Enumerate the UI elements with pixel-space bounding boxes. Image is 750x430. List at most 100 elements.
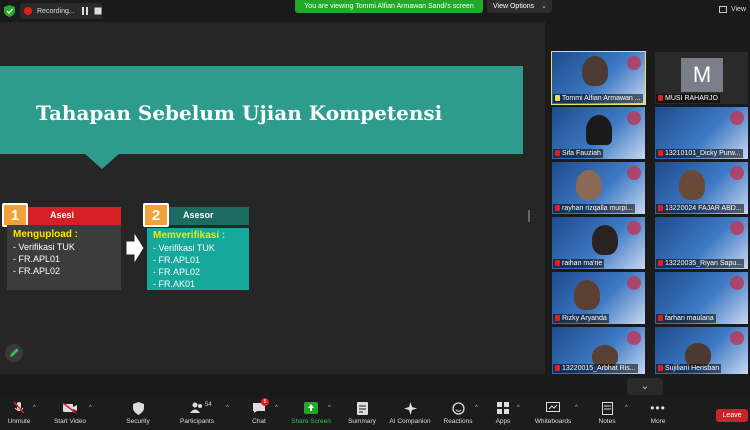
participant-tile[interactable]: Sujiliani Herisban [655,327,748,374]
annotate-pen-button[interactable] [5,344,23,362]
zoom-meeting-window: Recording... You are viewing Tommi Alfia… [0,0,750,430]
participant-name-text: Rizky Aryanda [562,315,607,322]
participant-name: 13220035_Riyan Sapu... [656,259,745,268]
participant-tile[interactable]: 13220015_Arbhat Ris... [552,327,645,374]
participants-count: 54 [205,402,212,408]
card-asesi-title: Asesi [50,210,75,220]
slide-title: Tahapan Sebelum Ujian Kompetensi [36,101,443,125]
notes-icon [601,401,613,415]
grid-view-icon [718,6,727,13]
security-button[interactable]: Security [108,401,168,425]
gallery-next-page-button[interactable]: ⌄ [627,378,663,395]
participant-name: 13220024 FAJAR ABD... [656,204,744,213]
chat-button[interactable]: 5 Chat [229,398,289,425]
apps-options-caret[interactable]: ^ [517,405,520,411]
participant-name: 13220015_Arbhat Ris... [553,364,638,373]
participant-video [679,170,705,200]
participant-name-text: Sujiliani Herisban [665,365,720,372]
apps-icon [497,402,509,414]
meeting-toolbar: Unmute ^ Start Video ^ Security 54 Parti… [0,398,750,430]
video-off-icon [62,402,77,414]
card-asesi-body: Mengupload : - Verifikasi TUK - FR.APL01… [7,225,121,290]
shield-icon [132,401,144,415]
participant-tile[interactable]: M MUSI RAHARJO [655,52,748,104]
people-icon [190,402,202,413]
split-divider-handle[interactable] [528,210,530,222]
unmute-label: Unmute [7,418,31,425]
shared-screen: Tahapan Sebelum Ujian Kompetensi Asesi 1… [0,0,545,374]
participants-button[interactable]: 54 Participants [167,401,227,425]
notes-label: Notes [598,418,616,425]
chat-options-caret[interactable]: ^ [275,405,278,411]
list-item: - Verifikasi TUK [153,243,215,253]
muted-mic-icon [658,95,663,101]
card-asesor-title: Asesor [183,210,214,220]
participant-video [576,170,602,200]
muted-mic-icon [555,365,560,371]
participant-name-text: MUSI RAHARJO [665,95,718,102]
participant-video [582,56,608,86]
card-asesor-list: - Verifikasi TUK - FR.APL01 - FR.APL02 -… [153,242,243,290]
muted-mic-icon [658,260,663,266]
participant-name: raihan ma'rie [553,259,605,268]
more-button[interactable]: ••• More [628,401,688,425]
right-arrow-icon [125,230,145,266]
participant-tile[interactable]: raihan ma'rie [552,217,645,269]
participant-name-text: Tommi Alfian Armawan ... [562,95,641,102]
list-item: - Verifikasi TUK [13,242,75,252]
whiteboards-button[interactable]: Whiteboards [523,401,583,425]
participant-video [592,225,618,255]
whiteboards-label: Whiteboards [534,418,572,425]
participant-tile[interactable]: 13220024 FAJAR ABD... [655,162,748,214]
participant-tile[interactable]: Tommi Alfian Armawan ... [551,51,646,105]
chat-label: Chat [252,418,266,425]
ai-companion-label: AI Companion [389,418,431,425]
view-button[interactable]: View [718,6,746,13]
muted-mic-icon [658,205,663,211]
pencil-icon [10,348,19,357]
audio-options-caret[interactable]: ^ [33,405,36,411]
smiley-icon [451,401,465,415]
participant-name: Sifa Fauziah [553,149,603,158]
muted-mic-icon [555,205,560,211]
participants-label: Participants [180,418,214,425]
reactions-label: Reactions [443,418,473,425]
muted-mic-icon [555,95,560,101]
participant-tile[interactable]: 13210101_Dicky Purw... [655,107,748,159]
list-item: - FR.APL02 [153,267,201,277]
participant-name-text: farhan maulana [665,315,714,322]
leave-button[interactable]: Leave [716,409,748,422]
muted-mic-icon [555,315,560,321]
participant-name-text: raihan ma'rie [562,260,603,267]
muted-mic-icon [13,401,25,414]
apps-label: Apps [495,418,511,425]
participant-tile[interactable]: farhan maulana [655,272,748,324]
participant-tile[interactable]: rayhan rizqalla murpi... [552,162,645,214]
share-options-caret[interactable]: ^ [328,405,331,411]
participant-name: Rizky Aryanda [553,314,609,323]
slide-title-notch [84,153,120,169]
card-asesor-lead: Memverifikasi : [153,230,226,241]
card-asesi-lead: Mengupload : [13,229,78,240]
muted-mic-icon [658,315,663,321]
more-label: More [650,418,666,425]
avatar: M [681,58,723,92]
participant-tile[interactable]: 13220035_Riyan Sapu... [655,217,748,269]
participant-tile[interactable]: Sifa Fauziah [552,107,645,159]
participant-video [574,280,600,310]
share-screen-label: Share Screen [291,418,331,425]
muted-mic-icon [555,150,560,156]
more-dots-icon: ••• [650,401,666,415]
participant-name-text: rayhan rizqalla murpi... [562,205,633,212]
participant-tile[interactable]: Rizky Aryanda [552,272,645,324]
card-asesi-list: - Verifikasi TUK - FR.APL01 - FR.APL02 [13,241,115,277]
participant-name-text: Sifa Fauziah [562,150,601,157]
card-asesor-number: 2 [143,203,169,227]
card-asesor-body: Memverifikasi : - Verifikasi TUK - FR.AP… [147,228,249,290]
start-video-label: Start Video [53,418,87,425]
participant-name: rayhan rizqalla murpi... [553,204,635,213]
summary-label: Summary [348,418,376,425]
video-options-caret[interactable]: ^ [89,405,92,411]
list-item: - FR.APL02 [13,266,61,276]
whiteboard-icon [546,402,560,412]
